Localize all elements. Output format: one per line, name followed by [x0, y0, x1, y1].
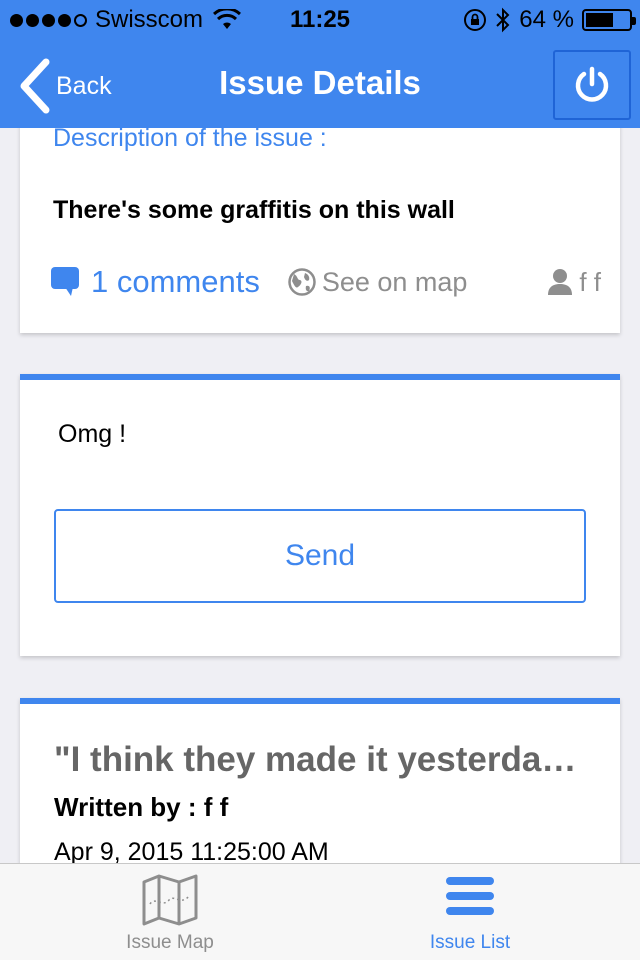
- logout-button[interactable]: [553, 50, 631, 120]
- list-icon: [446, 877, 494, 915]
- bluetooth-icon: [496, 7, 510, 33]
- battery-level: [586, 13, 613, 27]
- see-on-map-link[interactable]: See on map: [288, 266, 468, 298]
- map-icon: [142, 874, 198, 926]
- tab-label-issue-list: Issue List: [429, 932, 511, 953]
- page-title: Issue Details: [219, 64, 421, 101]
- rotation-lock-icon: [464, 9, 487, 31]
- comment-form-card: Send: [20, 374, 620, 656]
- comments-count-label: 1 comments: [91, 264, 260, 299]
- comment-bubble-icon: [51, 267, 79, 296]
- status-right: 64 %: [463, 6, 636, 34]
- globe-icon: [288, 268, 316, 296]
- issue-meta-row: 1 comments See on map f f: [51, 262, 601, 302]
- top-bar: Swisscom 11:25 64 % Back Issue Details: [0, 0, 640, 128]
- user-icon: [548, 269, 573, 295]
- nav-bar: Back Issue Details: [0, 40, 640, 128]
- tab-bar: Issue Map Issue List: [0, 863, 640, 960]
- tab-issue-map[interactable]: Issue Map: [10, 864, 330, 960]
- issue-card: Description of the issue : There's some …: [20, 100, 620, 333]
- issue-author: f f: [547, 267, 601, 298]
- battery-icon: [582, 9, 636, 31]
- comments-link[interactable]: 1 comments: [51, 264, 260, 300]
- status-bar: Swisscom 11:25 64 %: [0, 0, 640, 40]
- see-on-map-label: See on map: [321, 266, 468, 297]
- tab-issue-list[interactable]: Issue List: [310, 864, 630, 960]
- author-name: f f: [579, 266, 601, 297]
- issue-description: There's some graffitis on this wall: [53, 196, 455, 224]
- power-icon: [575, 66, 609, 102]
- comment-input[interactable]: [58, 420, 578, 449]
- comment-author: Written by : f f: [54, 792, 229, 822]
- description-label: Description of the issue :: [53, 124, 327, 152]
- send-button[interactable]: Send: [54, 509, 586, 603]
- tab-label-issue-map: Issue Map: [126, 932, 214, 953]
- battery-percent: 64 %: [519, 6, 574, 33]
- comment-text: "I think they made it yesterday ...: [54, 740, 594, 779]
